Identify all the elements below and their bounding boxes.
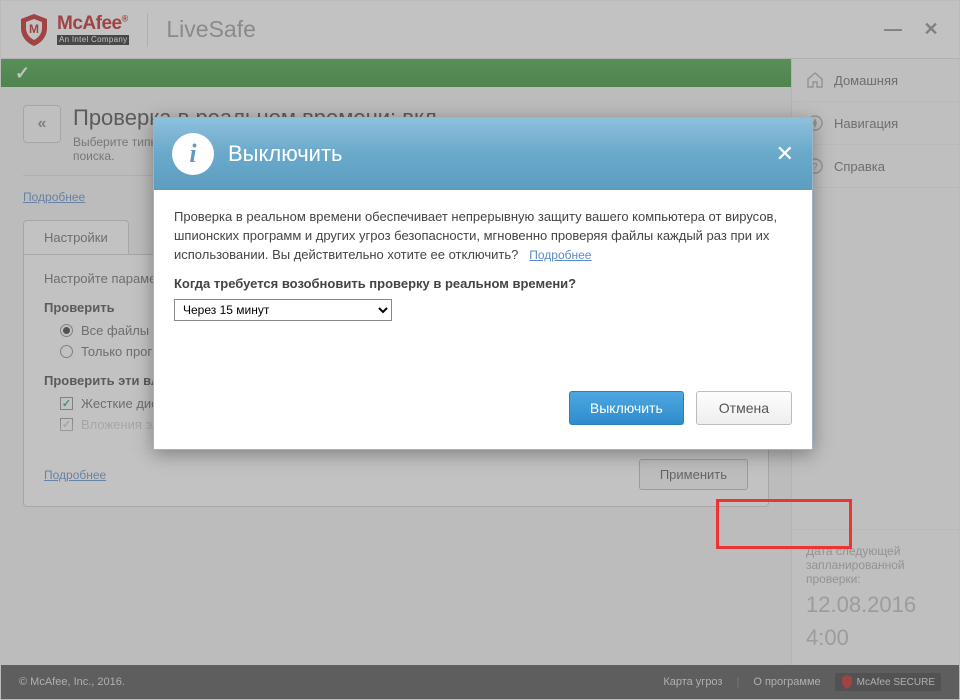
resume-time-select[interactable]: Через 15 минут xyxy=(174,299,392,321)
dialog-question: Когда требуется возобновить проверку в р… xyxy=(174,275,792,294)
cancel-button[interactable]: Отмена xyxy=(696,391,792,425)
dialog-more-link[interactable]: Подробнее xyxy=(529,248,591,262)
dialog-title: Выключить xyxy=(228,141,343,167)
dialog-header: i Выключить ✕ xyxy=(154,118,812,190)
app-window: M McAfee® An Intel Company LiveSafe — ✕ … xyxy=(0,0,960,700)
info-icon: i xyxy=(172,133,214,175)
dialog-close-button[interactable]: ✕ xyxy=(776,141,794,167)
dialog-body-text: Проверка в реальном времени обеспечивает… xyxy=(174,209,777,262)
confirm-disable-button[interactable]: Выключить xyxy=(569,391,684,425)
disable-dialog: i Выключить ✕ Проверка в реальном времен… xyxy=(153,117,813,450)
